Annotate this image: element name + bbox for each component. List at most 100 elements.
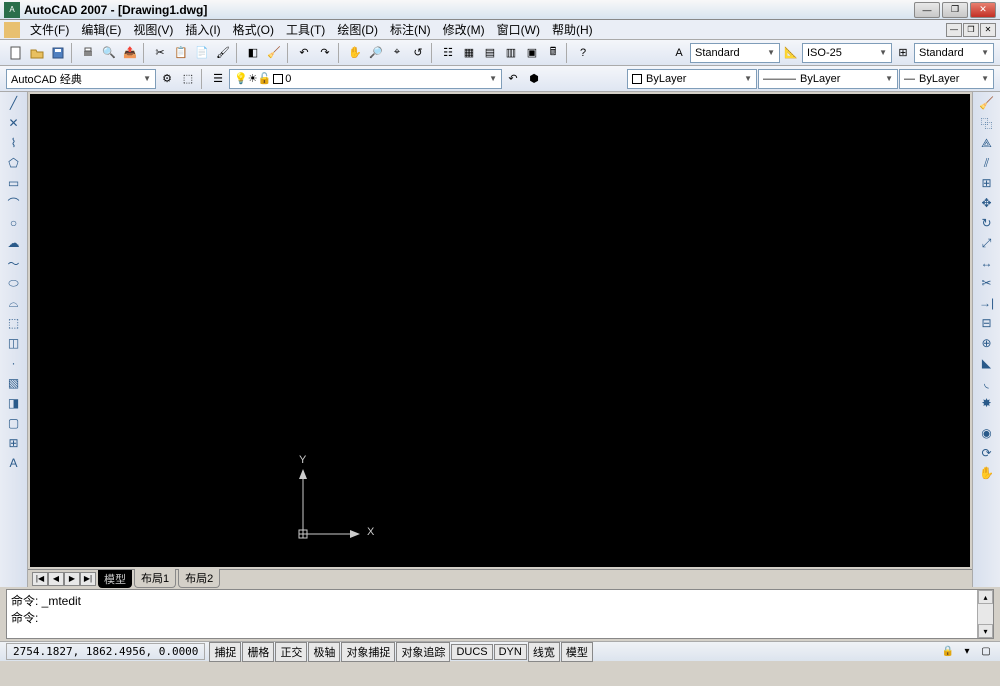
gradient-icon[interactable]: ◨ bbox=[4, 394, 24, 412]
copy-obj-icon[interactable]: ⿻ bbox=[977, 114, 997, 132]
print-icon[interactable] bbox=[78, 43, 98, 63]
markup-icon[interactable]: ▣ bbox=[522, 43, 542, 63]
tab-last-icon[interactable]: ▶| bbox=[80, 572, 96, 586]
scroll-up-icon[interactable]: ▴ bbox=[978, 590, 993, 604]
matchprop-icon[interactable]: 🖌 bbox=[213, 43, 233, 63]
otrack-toggle[interactable]: 对象追踪 bbox=[396, 642, 450, 662]
region-icon[interactable]: ▢ bbox=[4, 414, 24, 432]
eraser-icon[interactable]: 🧹 bbox=[264, 43, 284, 63]
menu-tools[interactable]: 工具(T) bbox=[280, 19, 331, 40]
revcloud-icon[interactable]: ☁ bbox=[4, 234, 24, 252]
cut-icon[interactable]: ✂ bbox=[150, 43, 170, 63]
tab-first-icon[interactable]: |◀ bbox=[32, 572, 48, 586]
menu-window[interactable]: 窗口(W) bbox=[491, 19, 546, 40]
spline-icon[interactable]: ～ bbox=[4, 254, 24, 272]
clean-screen-icon[interactable]: ▢ bbox=[978, 645, 994, 659]
arc-icon[interactable]: ⌒ bbox=[4, 194, 24, 212]
new-icon[interactable] bbox=[6, 43, 26, 63]
hatch-icon[interactable]: ▧ bbox=[4, 374, 24, 392]
extend-icon[interactable]: →| bbox=[977, 294, 997, 312]
break-icon[interactable]: ⊟ bbox=[977, 314, 997, 332]
save-icon[interactable] bbox=[48, 43, 68, 63]
menu-draw[interactable]: 绘图(D) bbox=[331, 19, 384, 40]
table-style-combo[interactable]: Standard▼ bbox=[914, 43, 994, 63]
command-scrollbar[interactable]: ▴ ▾ bbox=[977, 590, 993, 638]
offset-icon[interactable]: ⫽ bbox=[977, 154, 997, 172]
designcenter-icon[interactable]: ▦ bbox=[459, 43, 479, 63]
make-block-icon[interactable]: ◫ bbox=[4, 334, 24, 352]
polygon-icon[interactable]: ⬠ bbox=[4, 154, 24, 172]
erase-icon[interactable]: 🧹 bbox=[977, 94, 997, 112]
dim-style-combo[interactable]: ISO-25▼ bbox=[802, 43, 892, 63]
textstyle-icon[interactable]: A bbox=[669, 43, 689, 63]
command-window[interactable]: 命令: _mtedit 命令: ▴ ▾ bbox=[6, 589, 994, 639]
osnap-toggle[interactable]: 对象捕捉 bbox=[341, 642, 395, 662]
pline-icon[interactable]: ⌇ bbox=[4, 134, 24, 152]
open-icon[interactable] bbox=[27, 43, 47, 63]
tab-model[interactable]: 模型 bbox=[98, 570, 132, 588]
mdi-restore[interactable]: ❐ bbox=[963, 23, 979, 37]
circle-icon[interactable]: ○ bbox=[4, 214, 24, 232]
sheetset-icon[interactable]: ▥ bbox=[501, 43, 521, 63]
linetype-combo[interactable]: ——— ByLayer▼ bbox=[758, 69, 898, 89]
ducs-toggle[interactable]: DUCS bbox=[451, 644, 492, 660]
grid-toggle[interactable]: 栅格 bbox=[242, 642, 274, 662]
comm-center-icon[interactable]: 🔒 bbox=[940, 645, 956, 659]
lineweight-combo[interactable]: — ByLayer▼ bbox=[899, 69, 994, 89]
workspace-save-icon[interactable]: ⬚ bbox=[178, 69, 198, 89]
line-icon[interactable]: ╱ bbox=[4, 94, 24, 112]
coordinates[interactable]: 2754.1827, 1862.4956, 0.0000 bbox=[6, 643, 205, 660]
menu-dimension[interactable]: 标注(N) bbox=[384, 19, 437, 40]
chamfer-icon[interactable]: ◣ bbox=[977, 354, 997, 372]
snap-toggle[interactable]: 捕捉 bbox=[209, 642, 241, 662]
3dorbit-icon[interactable]: ⟳ bbox=[977, 444, 997, 462]
layer-prev-icon[interactable]: ↶ bbox=[503, 69, 523, 89]
scroll-down-icon[interactable]: ▾ bbox=[978, 624, 993, 638]
dyn-toggle[interactable]: DYN bbox=[494, 644, 527, 660]
tab-layout2[interactable]: 布局2 bbox=[178, 569, 220, 588]
wheel-icon[interactable]: ◉ bbox=[977, 424, 997, 442]
layer-combo[interactable]: 💡 ☀ 🔓 0 ▼ bbox=[229, 69, 502, 89]
redo-icon[interactable]: ↷ bbox=[315, 43, 335, 63]
mirror-icon[interactable]: ⟁ bbox=[977, 134, 997, 152]
drawing-canvas[interactable]: Y X bbox=[30, 94, 970, 567]
menu-modify[interactable]: 修改(M) bbox=[437, 19, 491, 40]
menu-file[interactable]: 文件(F) bbox=[24, 19, 75, 40]
menu-view[interactable]: 视图(V) bbox=[127, 19, 179, 40]
close-button[interactable]: ✕ bbox=[970, 2, 996, 18]
move-icon[interactable]: ✥ bbox=[977, 194, 997, 212]
rotate-icon[interactable]: ↻ bbox=[977, 214, 997, 232]
explode-icon[interactable]: ✸ bbox=[977, 394, 997, 412]
menu-format[interactable]: 格式(O) bbox=[227, 19, 280, 40]
tab-layout1[interactable]: 布局1 bbox=[134, 569, 176, 588]
calc-icon[interactable]: 🖩 bbox=[543, 43, 563, 63]
publish-icon[interactable]: 📤 bbox=[120, 43, 140, 63]
table-icon[interactable]: ⊞ bbox=[4, 434, 24, 452]
layer-manager-icon[interactable]: ☰ bbox=[208, 69, 228, 89]
rectangle-icon[interactable]: ▭ bbox=[4, 174, 24, 192]
insert-icon[interactable]: ⬚ bbox=[4, 314, 24, 332]
mdi-close[interactable]: ✕ bbox=[980, 23, 996, 37]
minimize-button[interactable]: — bbox=[914, 2, 940, 18]
workspace-combo[interactable]: AutoCAD 经典▼ bbox=[6, 69, 156, 89]
menu-insert[interactable]: 插入(I) bbox=[179, 19, 226, 40]
polar-toggle[interactable]: 极轴 bbox=[308, 642, 340, 662]
layer-states-icon[interactable]: ⬢ bbox=[524, 69, 544, 89]
model-toggle[interactable]: 模型 bbox=[561, 642, 593, 662]
preview-icon[interactable]: 🔍 bbox=[99, 43, 119, 63]
ellipse-arc-icon[interactable]: ⌓ bbox=[4, 294, 24, 312]
copy-icon[interactable]: 📋 bbox=[171, 43, 191, 63]
undo-icon[interactable]: ↶ bbox=[294, 43, 314, 63]
3dpan-icon[interactable]: ✋ bbox=[977, 464, 997, 482]
ellipse-icon[interactable]: ⬭ bbox=[4, 274, 24, 292]
zoom-rt-icon[interactable]: 🔎 bbox=[366, 43, 386, 63]
toolbar-lock-icon[interactable]: ▾ bbox=[959, 645, 975, 659]
properties-icon[interactable]: ☷ bbox=[438, 43, 458, 63]
fillet-icon[interactable]: ◟ bbox=[977, 374, 997, 392]
point-icon[interactable]: · bbox=[4, 354, 24, 372]
zoom-window-icon[interactable]: ⌖ bbox=[387, 43, 407, 63]
maximize-button[interactable]: ❐ bbox=[942, 2, 968, 18]
text-style-combo[interactable]: Standard▼ bbox=[690, 43, 780, 63]
xline-icon[interactable]: ✕ bbox=[4, 114, 24, 132]
ortho-toggle[interactable]: 正交 bbox=[275, 642, 307, 662]
